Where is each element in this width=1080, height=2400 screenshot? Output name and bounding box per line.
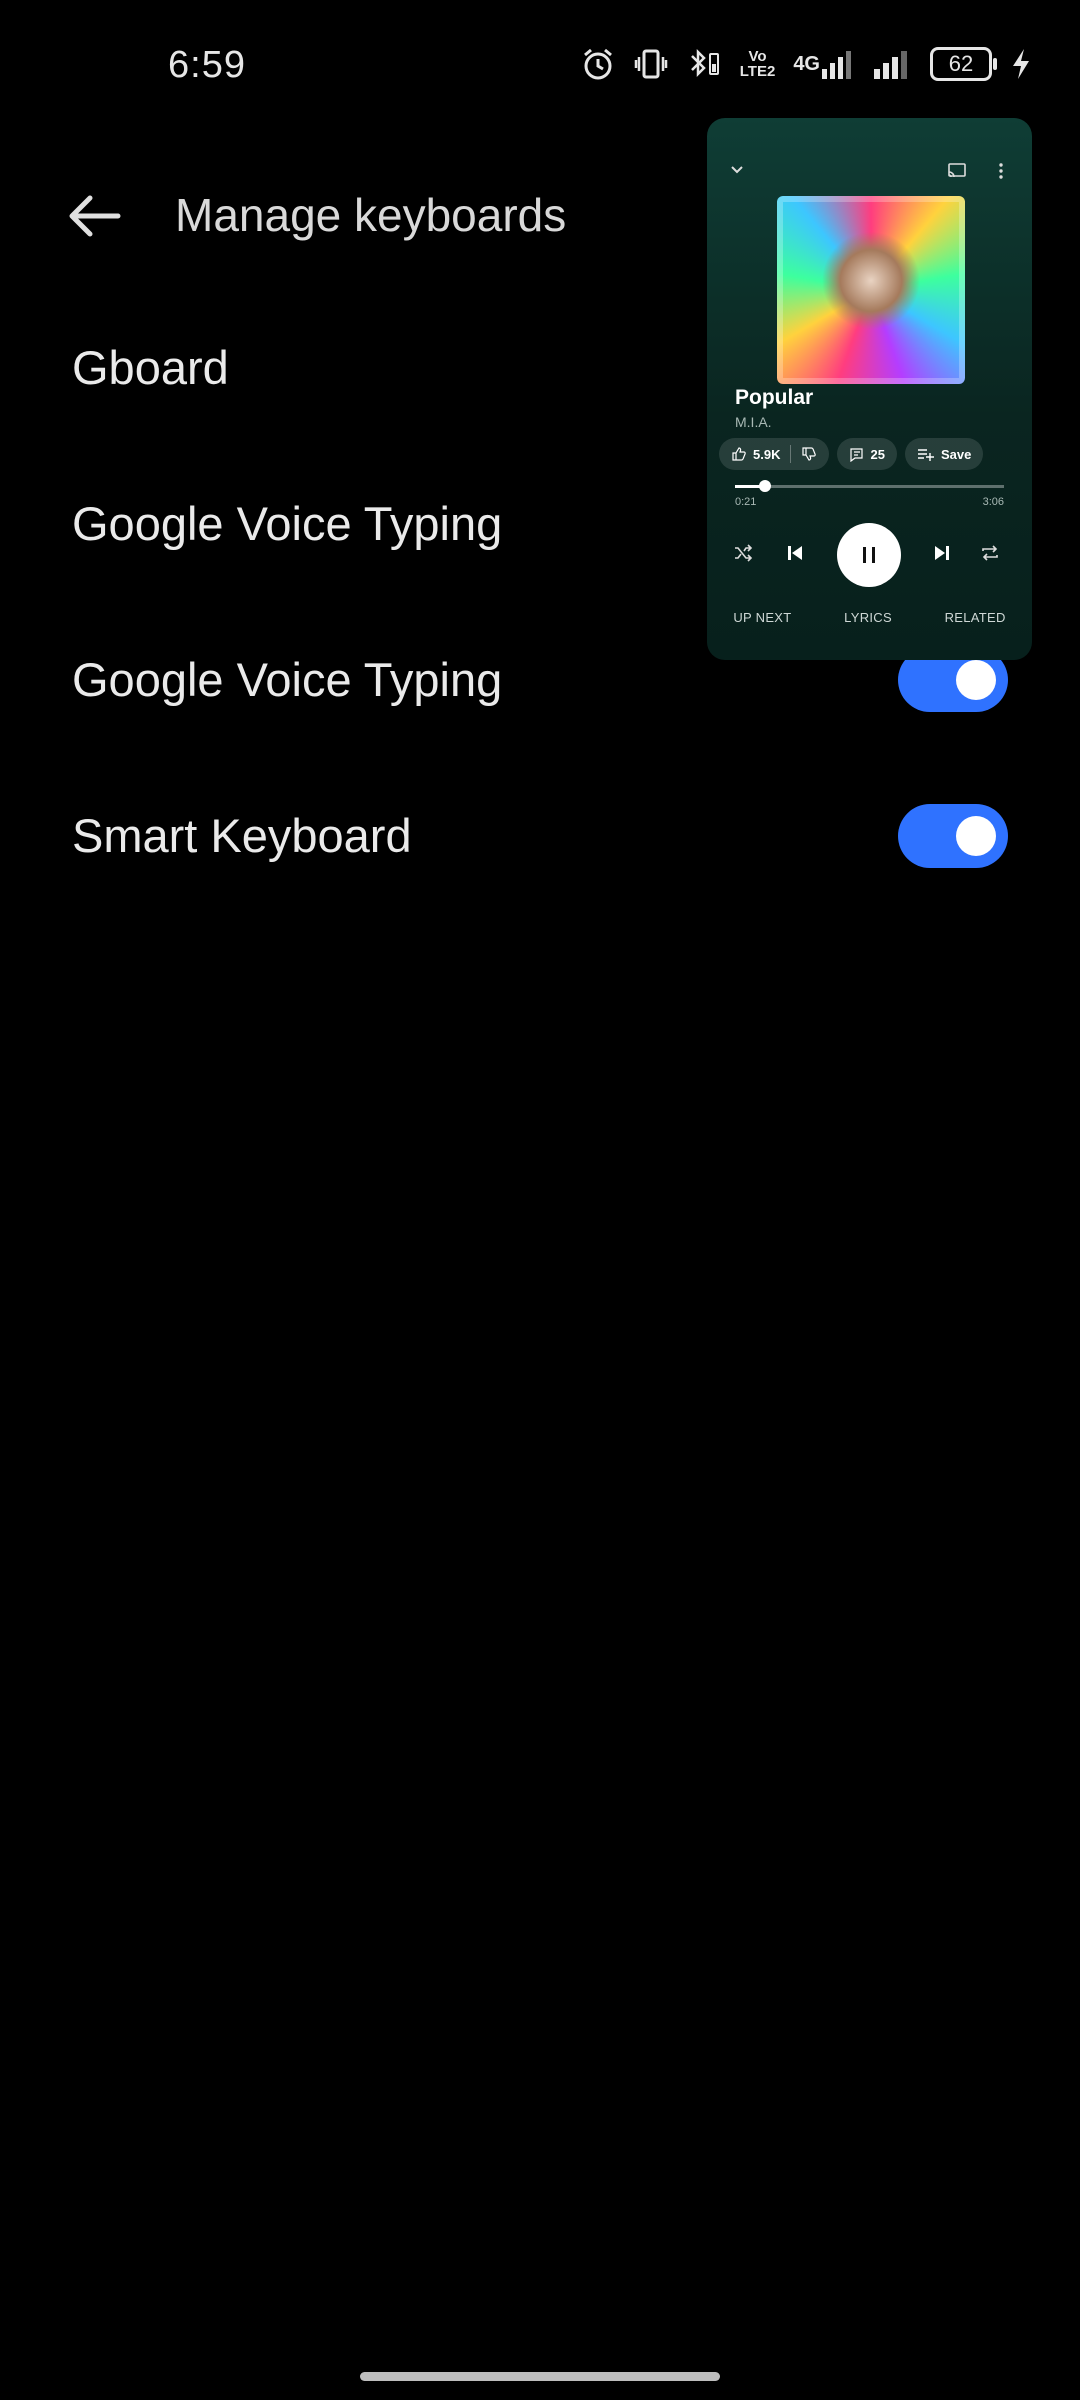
keyboard-label: Google Voice Typing (72, 497, 503, 550)
alarm-icon (580, 46, 616, 82)
tab-lyrics[interactable]: LYRICS (844, 610, 892, 625)
tab-up-next[interactable]: UP NEXT (733, 610, 791, 625)
back-arrow-icon (69, 195, 121, 237)
toggle-knob (956, 816, 996, 856)
volte-icon: Vo LTE2 (739, 48, 776, 80)
playlist-add-icon (917, 449, 934, 461)
signal-icon (872, 47, 912, 81)
playback-controls (707, 513, 1032, 593)
collapse-chevron-icon[interactable] (729, 162, 745, 183)
page-title: Manage keyboards (175, 189, 567, 241)
keyboard-label: Gboard (72, 341, 229, 394)
pause-icon (863, 547, 875, 563)
player-tabs: UP NEXT LYRICS RELATED (707, 610, 1032, 625)
pause-button[interactable] (837, 523, 901, 587)
keyboard-label: Google Voice Typing (72, 653, 503, 706)
like-dislike-chip[interactable]: 5.9K (719, 438, 830, 470)
repeat-icon[interactable] (979, 543, 1001, 563)
battery-icon: 62 (930, 47, 997, 81)
chip-divider (790, 445, 792, 463)
status-time: 6:59 (168, 44, 246, 86)
toggle-knob (956, 660, 996, 700)
signal-4g-icon: 4G (793, 47, 854, 81)
song-title: Popular (735, 386, 814, 409)
keyboard-label: Smart Keyboard (72, 809, 412, 862)
total-time: 3:06 (982, 496, 1004, 508)
action-chips: 5.9K 25 Save (719, 438, 984, 470)
status-bar: 6:59 Vo LTE2 4G 62 (0, 0, 1080, 130)
progress-bar[interactable] (735, 480, 1004, 492)
cast-icon[interactable] (947, 162, 967, 185)
artist-name[interactable]: M.I.A. (735, 414, 772, 430)
status-icons: Vo LTE2 4G 62 (580, 46, 1032, 82)
screen: 6:59 Vo LTE2 4G 62 Manage keyboards Gboa… (0, 0, 1080, 2400)
previous-icon[interactable] (785, 543, 805, 563)
more-options-icon[interactable] (997, 162, 1005, 185)
vibrate-icon (634, 47, 668, 81)
thumb-down-icon[interactable] (801, 446, 817, 462)
keyboard-row-smart-keyboard: Smart Keyboard (0, 758, 1080, 914)
album-art (777, 196, 965, 384)
comments-chip[interactable]: 25 (837, 438, 897, 470)
thumb-up-icon[interactable] (731, 446, 747, 462)
shuffle-icon[interactable] (733, 543, 753, 563)
comment-count: 25 (870, 446, 885, 462)
floating-music-player[interactable]: Popular M.I.A. 5.9K 25 Save 0:21 3:06 UP… (707, 118, 1032, 660)
save-chip[interactable]: Save (904, 438, 984, 470)
next-icon[interactable] (932, 543, 952, 563)
home-indicator[interactable] (360, 2372, 720, 2381)
bluetooth-battery-icon (686, 46, 722, 82)
save-label: Save (940, 446, 972, 462)
like-count: 5.9K (753, 446, 781, 462)
current-time: 0:21 (735, 496, 757, 508)
charging-icon (1010, 47, 1032, 81)
back-button[interactable] (60, 186, 132, 246)
tab-related[interactable]: RELATED (945, 610, 1006, 625)
comment-icon (850, 447, 864, 462)
keyboard-toggle[interactable] (898, 804, 1008, 868)
progress-thumb[interactable] (759, 480, 772, 492)
